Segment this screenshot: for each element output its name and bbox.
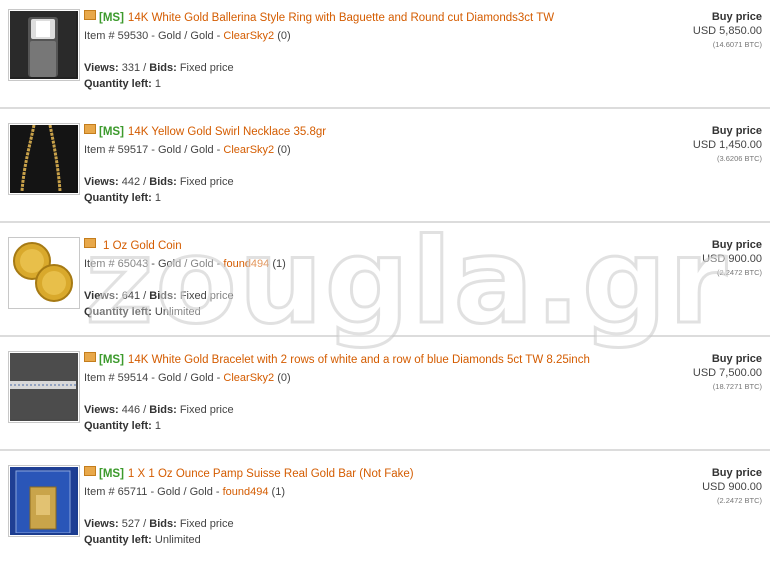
ms-badge: [MS] [99, 468, 124, 480]
quantity-label: Quantity left: [84, 306, 152, 318]
bids-label: Bids: [149, 290, 177, 302]
price-btc: (2.2472 BTC) [716, 268, 762, 277]
views-count: 442 [121, 176, 141, 188]
coins-image [10, 239, 76, 305]
listing-item: [MS] 14K White Gold Bracelet with 2 rows … [0, 342, 770, 450]
seller-rating: (1) [268, 486, 285, 498]
price-usd: USD 900.00 [702, 253, 762, 265]
quantity-value: Unlimited [154, 534, 201, 546]
listing-title-link[interactable]: 14K White Gold Bracelet with 2 rows of w… [128, 354, 590, 366]
price-usd: USD 5,850.00 [692, 25, 762, 37]
ms-badge: [MS] [99, 12, 124, 24]
seller-rating: (0) [274, 30, 291, 42]
quantity-value: Unlimited [154, 306, 201, 318]
bids-value: Fixed price [179, 404, 234, 416]
bids-label: Bids: [149, 518, 177, 530]
bids-value: Fixed price [179, 176, 234, 188]
views-label: Views: [84, 176, 119, 188]
views-count: 641 [121, 290, 141, 302]
quantity-label: Quantity left: [84, 420, 152, 432]
listing-divider [0, 107, 770, 109]
price-btc: (14.6071 BTC) [712, 40, 762, 49]
bids-value: Fixed price [179, 518, 234, 530]
views-label: Views: [84, 62, 119, 74]
views-count: 446 [121, 404, 141, 416]
slash-separator: / [140, 290, 150, 302]
bracelet-image [10, 353, 76, 419]
price-btc: (3.6206 BTC) [716, 154, 762, 163]
slash-separator: / [140, 404, 150, 416]
listing-title-link[interactable]: 1 Oz Gold Coin [103, 240, 182, 252]
item-meta: Item # 59530 - Gold / Gold - [84, 30, 224, 42]
listing-item: [MS] 14K Yellow Gold Swirl Necklace 35.8g… [0, 114, 770, 222]
quantity-value: 1 [154, 78, 162, 90]
quantity-label: Quantity left: [84, 534, 152, 546]
seller-link[interactable]: ClearSky2 [223, 372, 274, 384]
category-icon [84, 238, 96, 248]
seller-rating: (0) [274, 144, 291, 156]
seller-link[interactable]: found494 [223, 258, 269, 270]
listing-title-link[interactable]: 1 X 1 Oz Ounce Pamp Suisse Real Gold Bar… [128, 468, 414, 480]
price-type: Buy price [711, 239, 762, 251]
seller-link[interactable]: ClearSky2 [223, 30, 274, 42]
item-meta: Item # 59514 - Gold / Gold - [84, 372, 224, 384]
views-label: Views: [84, 290, 119, 302]
views-count: 527 [121, 518, 141, 530]
listing-thumbnail[interactable] [8, 123, 80, 195]
seller-link[interactable]: ClearSky2 [223, 144, 274, 156]
seller-rating: (1) [269, 258, 286, 270]
ms-badge: [MS] [99, 354, 124, 366]
listing-divider [0, 335, 770, 337]
price-usd: USD 900.00 [702, 481, 762, 493]
necklace-image [10, 125, 76, 192]
views-label: Views: [84, 518, 119, 530]
listing-item: 1 Oz Gold Coin Item # 65043 - Gold / Gol… [0, 228, 770, 336]
quantity-label: Quantity left: [84, 78, 152, 90]
slash-separator: / [140, 176, 150, 188]
price-usd: USD 1,450.00 [692, 139, 762, 151]
listing-item: [MS] 1 X 1 Oz Ounce Pamp Suisse Real Gold… [0, 456, 770, 564]
bids-label: Bids: [149, 404, 177, 416]
category-icon [84, 466, 96, 476]
listing-divider [0, 449, 770, 451]
quantity-label: Quantity left: [84, 192, 152, 204]
seller-link[interactable]: found494 [223, 486, 269, 498]
price-type: Buy price [711, 125, 762, 137]
slash-separator: / [140, 62, 150, 74]
bids-value: Fixed price [179, 290, 234, 302]
category-icon [84, 352, 96, 362]
gold-bar-image [10, 467, 76, 534]
listing-title-link[interactable]: 14K White Gold Ballerina Style Ring with… [128, 12, 554, 24]
listing-thumbnail[interactable] [8, 237, 80, 309]
views-count: 331 [121, 62, 141, 74]
price-btc: (2.2472 BTC) [716, 496, 762, 505]
slash-separator: / [140, 518, 150, 530]
bids-label: Bids: [149, 176, 177, 188]
item-meta: Item # 65711 - Gold / Gold - [84, 486, 223, 498]
price-btc: (18.7271 BTC) [712, 382, 762, 391]
quantity-value: 1 [154, 420, 162, 432]
listing-thumbnail[interactable] [8, 9, 80, 81]
seller-rating: (0) [274, 372, 291, 384]
item-meta: Item # 59517 - Gold / Gold - [84, 144, 224, 156]
category-icon [84, 124, 96, 134]
listing-thumbnail[interactable] [8, 465, 80, 537]
listing-item: [MS] 14K White Gold Ballerina Style Ring … [0, 0, 770, 108]
bids-value: Fixed price [179, 62, 234, 74]
price-usd: USD 7,500.00 [692, 367, 762, 379]
listing-thumbnail[interactable] [8, 351, 80, 423]
views-label: Views: [84, 404, 119, 416]
price-type: Buy price [711, 11, 762, 23]
bids-label: Bids: [149, 62, 177, 74]
item-meta: Item # 65043 - Gold / Gold - [84, 258, 224, 270]
ring-image [10, 11, 76, 77]
listing-title-link[interactable]: 14K Yellow Gold Swirl Necklace 35.8gr [128, 126, 326, 138]
listing-divider [0, 221, 770, 223]
price-type: Buy price [711, 353, 762, 365]
category-icon [84, 10, 96, 20]
ms-badge: [MS] [99, 126, 124, 138]
price-type: Buy price [711, 467, 762, 479]
quantity-value: 1 [154, 192, 162, 204]
